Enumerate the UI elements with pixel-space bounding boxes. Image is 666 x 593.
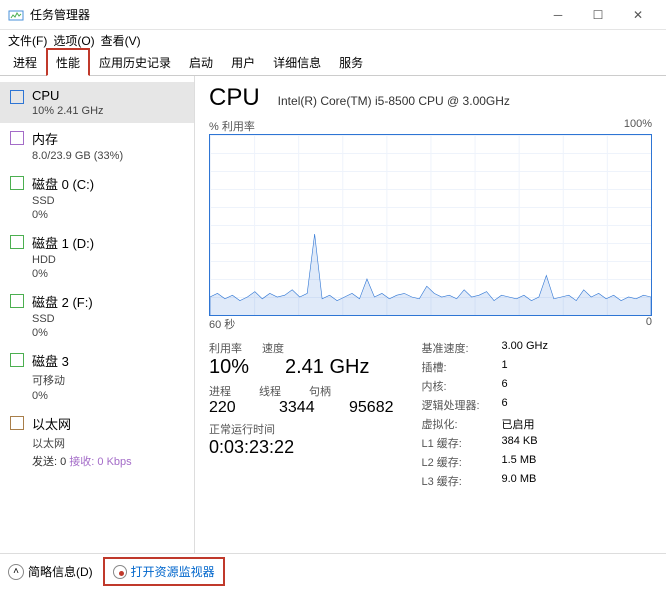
- procs-label: 进程: [209, 383, 231, 399]
- sidebar-item-sub: SSD: [32, 195, 94, 207]
- sidebar-item-sub2: 0%: [32, 268, 94, 280]
- sidebar-item-sub: 可移动: [32, 372, 69, 388]
- fewer-details-label: 简略信息(D): [28, 563, 93, 580]
- sidebar-item-title: CPU: [32, 88, 104, 103]
- cores-l: 内核:: [422, 378, 502, 394]
- menu-view[interactable]: 查看(V): [101, 32, 141, 49]
- sidebar-item-1[interactable]: 内存 8.0/23.9 GB (33%): [0, 123, 194, 168]
- sidebar-item-title: 磁盘 0 (C:): [32, 174, 94, 193]
- sidebar-item-sub: HDD: [32, 254, 94, 266]
- uptime-label: 正常运行时间: [209, 421, 394, 437]
- base-speed-l: 基准速度:: [422, 340, 502, 356]
- cpu-model: Intel(R) Core(TM) i5-8500 CPU @ 3.00GHz: [278, 94, 510, 108]
- sidebar-item-title: 磁盘 2 (F:): [32, 292, 93, 311]
- thumb-icon: [10, 235, 24, 249]
- l1-l: L1 缓存:: [422, 435, 502, 451]
- speed-label: 速度: [262, 340, 284, 356]
- tab-performance[interactable]: 性能: [46, 48, 90, 76]
- sidebar-item-sub2: 0%: [32, 327, 93, 339]
- chevron-up-icon: ˄: [8, 564, 24, 580]
- tab-startup[interactable]: 启动: [180, 49, 222, 75]
- main-title: CPU: [209, 84, 260, 112]
- menubar: 文件(F) 选项(O) 查看(V): [0, 30, 666, 50]
- sidebar-item-sub: SSD: [32, 313, 93, 325]
- base-speed-v: 3.00 GHz: [502, 340, 548, 356]
- cpu-chart: [209, 134, 652, 316]
- maximize-button[interactable]: ☐: [578, 0, 618, 30]
- sockets-v: 1: [502, 359, 508, 375]
- tab-processes[interactable]: 进程: [4, 49, 46, 75]
- chart-label-left: % 利用率: [209, 118, 255, 134]
- sidebar-item-4[interactable]: 磁盘 2 (F:) SSD 0%: [0, 286, 194, 345]
- logical-v: 6: [502, 397, 508, 413]
- titlebar: 任务管理器 ─ ☐ ✕: [0, 0, 666, 30]
- chart-xleft: 60 秒: [209, 316, 235, 332]
- tab-users[interactable]: 用户: [222, 49, 264, 75]
- sidebar-item-sub2: 0%: [32, 209, 94, 221]
- thumb-icon: [10, 131, 24, 145]
- tab-services[interactable]: 服务: [330, 49, 372, 75]
- close-button[interactable]: ✕: [618, 0, 658, 30]
- window-title: 任务管理器: [30, 6, 538, 23]
- resource-monitor-label: 打开资源监视器: [131, 563, 215, 580]
- menu-options[interactable]: 选项(O): [53, 32, 94, 49]
- threads-label: 线程: [259, 383, 281, 399]
- stats-right: 基准速度:3.00 GHz 插槽:1 内核:6 逻辑处理器:6 虚拟化:已启用 …: [422, 340, 548, 492]
- l3-v: 9.0 MB: [502, 473, 537, 489]
- app-icon: [8, 7, 24, 23]
- sidebar-item-5[interactable]: 磁盘 3 可移动 0%: [0, 345, 194, 408]
- threads-value: 3344: [279, 399, 321, 417]
- main-panel: CPU Intel(R) Core(TM) i5-8500 CPU @ 3.00…: [195, 76, 666, 553]
- thumb-icon: [10, 90, 24, 104]
- l2-l: L2 缓存:: [422, 454, 502, 470]
- open-resource-monitor-link[interactable]: 打开资源监视器: [103, 557, 225, 586]
- sidebar-item-2[interactable]: 磁盘 0 (C:) SSD 0%: [0, 168, 194, 227]
- sidebar-item-0[interactable]: CPU 10% 2.41 GHz: [0, 82, 194, 123]
- sidebar-item-sub: 8.0/23.9 GB (33%): [32, 150, 123, 162]
- sidebar-item-sub2: 0%: [32, 390, 69, 402]
- handles-value: 95682: [349, 399, 394, 417]
- thumb-icon: [10, 416, 24, 430]
- chart-xright: 0: [646, 316, 652, 332]
- procs-value: 220: [209, 399, 251, 417]
- logical-l: 逻辑处理器:: [422, 397, 502, 413]
- sidebar-item-net: 发送: 0 接收: 0 Kbps: [32, 453, 132, 469]
- l1-v: 384 KB: [502, 435, 538, 451]
- uptime-value: 0:03:23:22: [209, 437, 394, 458]
- minimize-button[interactable]: ─: [538, 0, 578, 30]
- virt-l: 虚拟化:: [422, 416, 502, 432]
- l3-l: L3 缓存:: [422, 473, 502, 489]
- sidebar-item-6[interactable]: 以太网以太网发送: 0 接收: 0 Kbps: [0, 408, 194, 475]
- cores-v: 6: [502, 378, 508, 394]
- chart-label-right: 100%: [624, 118, 652, 134]
- thumb-icon: [10, 353, 24, 367]
- footer: ˄ 简略信息(D) 打开资源监视器: [0, 553, 666, 589]
- virt-v: 已启用: [502, 416, 535, 432]
- sidebar-item-sub: 10% 2.41 GHz: [32, 105, 104, 117]
- handles-label: 句柄: [309, 383, 331, 399]
- sockets-l: 插槽:: [422, 359, 502, 375]
- sidebar-item-title: 磁盘 1 (D:): [32, 233, 94, 252]
- sidebar-item-title: 以太网: [32, 414, 132, 433]
- util-label: 利用率: [209, 340, 242, 356]
- stats-left: 利用率 速度 10% 2.41 GHz 进程 线程 句柄 220 3344 95…: [209, 340, 394, 492]
- resource-monitor-icon: [113, 565, 127, 579]
- util-value: 10%: [209, 356, 265, 379]
- menu-file[interactable]: 文件(F): [8, 32, 47, 49]
- tab-app-history[interactable]: 应用历史记录: [90, 49, 180, 75]
- sidebar-item-title: 磁盘 3: [32, 351, 69, 370]
- speed-value: 2.41 GHz: [285, 356, 369, 379]
- thumb-icon: [10, 176, 24, 190]
- sidebar-item-title: 内存: [32, 129, 123, 148]
- sidebar: CPU 10% 2.41 GHz 内存 8.0/23.9 GB (33%) 磁盘 0 (…: [0, 76, 195, 553]
- tab-details[interactable]: 详细信息: [264, 49, 330, 75]
- tabs: 进程 性能 应用历史记录 启动 用户 详细信息 服务: [0, 50, 666, 76]
- thumb-icon: [10, 294, 24, 308]
- sidebar-item-3[interactable]: 磁盘 1 (D:) HDD 0%: [0, 227, 194, 286]
- sidebar-item-sub: 以太网: [32, 435, 132, 451]
- fewer-details-button[interactable]: ˄ 简略信息(D): [8, 563, 93, 580]
- l2-v: 1.5 MB: [502, 454, 537, 470]
